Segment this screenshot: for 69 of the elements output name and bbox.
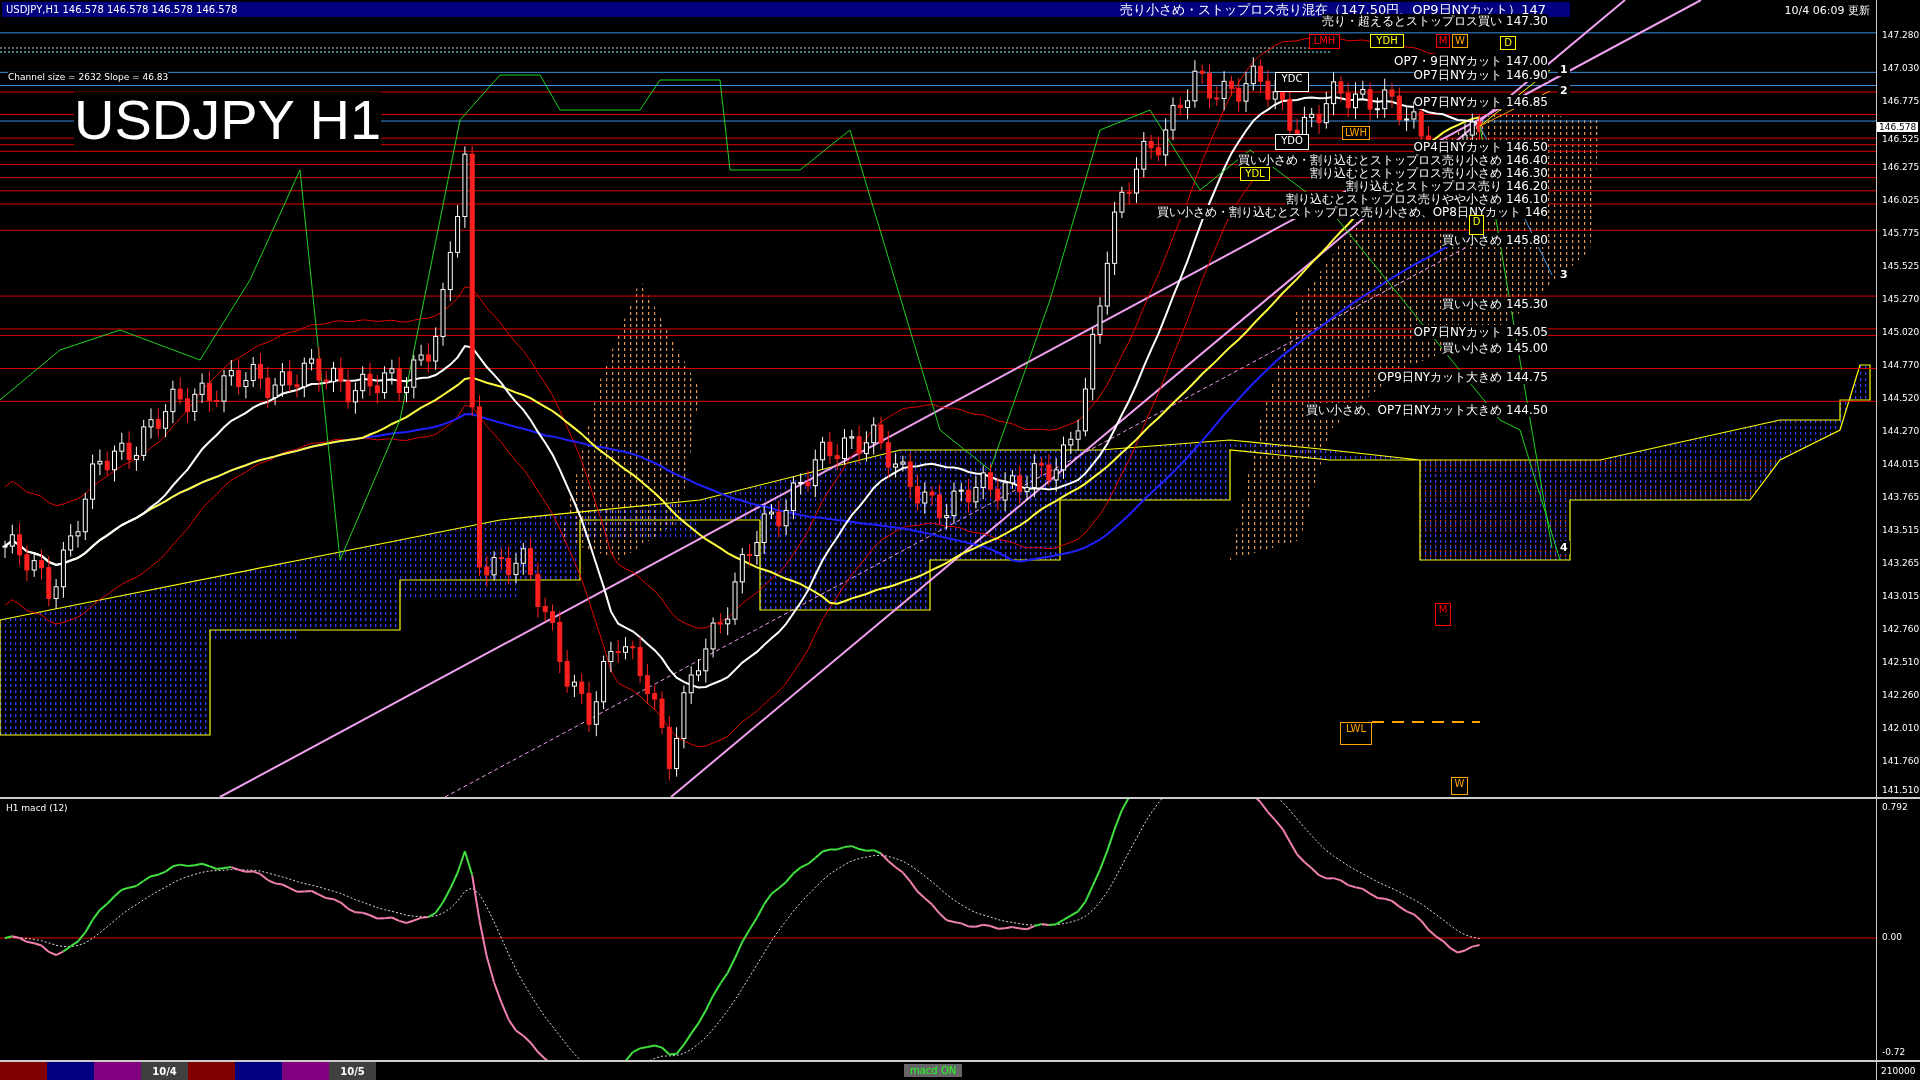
price-axis-label: 147.280 [1882, 29, 1920, 40]
macd-axis-label: 0.792 [1882, 802, 1908, 812]
chart-title: USDJPY H1 [74, 92, 382, 148]
price-axis-label: 143.265 [1882, 557, 1920, 568]
marker-tag: M [1435, 603, 1451, 626]
price-axis-label: 146.025 [1882, 194, 1920, 205]
marker-tag: YDL [1240, 167, 1270, 181]
update-time: 10/4 06:09 更新 [1784, 3, 1870, 18]
price-axis-label: 142.510 [1882, 656, 1920, 667]
price-axis-label: 142.260 [1882, 689, 1920, 700]
indicator-label: H1 macd (12) [6, 803, 68, 813]
price-annotation: OP9日NYカット大きめ 144.75 [1377, 370, 1548, 384]
price-axis-label: 142.760 [1882, 623, 1920, 634]
price-axis-label: 144.770 [1882, 359, 1920, 370]
price-axis-label: 143.015 [1882, 590, 1920, 601]
marker-tag: YDO [1275, 134, 1309, 150]
marker-tag: M [1436, 34, 1450, 48]
marker-tag: D [1469, 215, 1484, 235]
line-number: 2 [1558, 84, 1570, 97]
line-number: 1 [1558, 63, 1570, 76]
price-annotation: 割り込むとストップロス売り 146.20 [1346, 179, 1548, 193]
price-annotation: OP4日NYカット 146.50 [1413, 140, 1548, 154]
price-axis-label: 141.760 [1882, 755, 1920, 766]
marker-tag: LMH [1309, 34, 1340, 49]
marker-tag: W [1452, 34, 1468, 48]
price-annotation: 買い小さめ 145.30 [1442, 297, 1548, 311]
channel-info: Channel size = 2632 Slope = 46.83 [8, 72, 169, 83]
price-annotation: 買い小さめ、OP7日NYカット大きめ 144.50 [1305, 403, 1548, 417]
marker-tag: YDC [1275, 72, 1309, 92]
price-annotation: OP7・9日NYカット 147.00 [1393, 54, 1548, 68]
price-annotation: 買い小さめ 145.00 [1442, 341, 1548, 355]
session-segment: 10/4 [141, 1062, 188, 1080]
price-annotation: OP7日NYカット 146.85 [1413, 95, 1548, 109]
price-annotation: 売り・超えるとストップロス買い 147.30 [1322, 14, 1548, 28]
line-number: 4 [1558, 541, 1570, 554]
current-price: 146.578 [1877, 122, 1919, 132]
marker-tag: D [1500, 36, 1516, 50]
price-axis-label: 145.270 [1882, 293, 1920, 304]
price-axis-label: 146.275 [1882, 161, 1920, 172]
price-axis-label: 143.515 [1882, 524, 1920, 535]
indicator-badge[interactable]: macd ON [904, 1064, 963, 1077]
symbol-quote: USDJPY,H1 146.578 146.578 146.578 146.578 [6, 4, 238, 15]
macd-axis-label: 0.00 [1882, 932, 1903, 942]
price-axis-label: 143.765 [1882, 491, 1920, 502]
price-axis-label: 145.020 [1882, 326, 1920, 337]
price-axis-label: 146.775 [1882, 95, 1920, 106]
price-annotation: 割り込むとストップロス売りやや小さめ 146.10 [1286, 192, 1548, 206]
volume-label: 210000 [1880, 1065, 1917, 1078]
marker-tag: LWH [1342, 126, 1370, 140]
price-axis-label: 144.015 [1882, 458, 1920, 469]
price-axis-label: 141.510 [1882, 784, 1920, 795]
price-axis-label: 146.525 [1882, 133, 1920, 144]
price-axis-label: 144.520 [1882, 392, 1920, 403]
price-axis-label: 145.775 [1882, 227, 1920, 238]
marker-tag: W [1451, 777, 1468, 795]
price-axis-label: 144.270 [1882, 425, 1920, 436]
price-annotation: 買い小さめ・割り込むとストップロス売り小さめ 146.40 [1238, 153, 1548, 167]
line-number: 3 [1558, 268, 1570, 281]
price-annotation: 買い小さめ 145.80 [1442, 233, 1548, 247]
marker-tag: LWL [1340, 722, 1372, 745]
price-axis-label: 145.525 [1882, 260, 1920, 271]
price-axis-label: 147.030 [1882, 62, 1920, 73]
session-segment: 10/5 [329, 1062, 376, 1080]
price-annotation: OP7日NYカット 145.05 [1413, 325, 1548, 339]
price-annotation: OP7日NYカット 146.90 [1413, 68, 1548, 82]
marker-tag: YDH [1370, 34, 1404, 48]
price-annotation: 割り込むとストップロス売り小さめ 146.30 [1310, 166, 1548, 180]
price-axis-label: 142.010 [1882, 722, 1920, 733]
macd-axis-label: -0.72 [1882, 1047, 1906, 1057]
